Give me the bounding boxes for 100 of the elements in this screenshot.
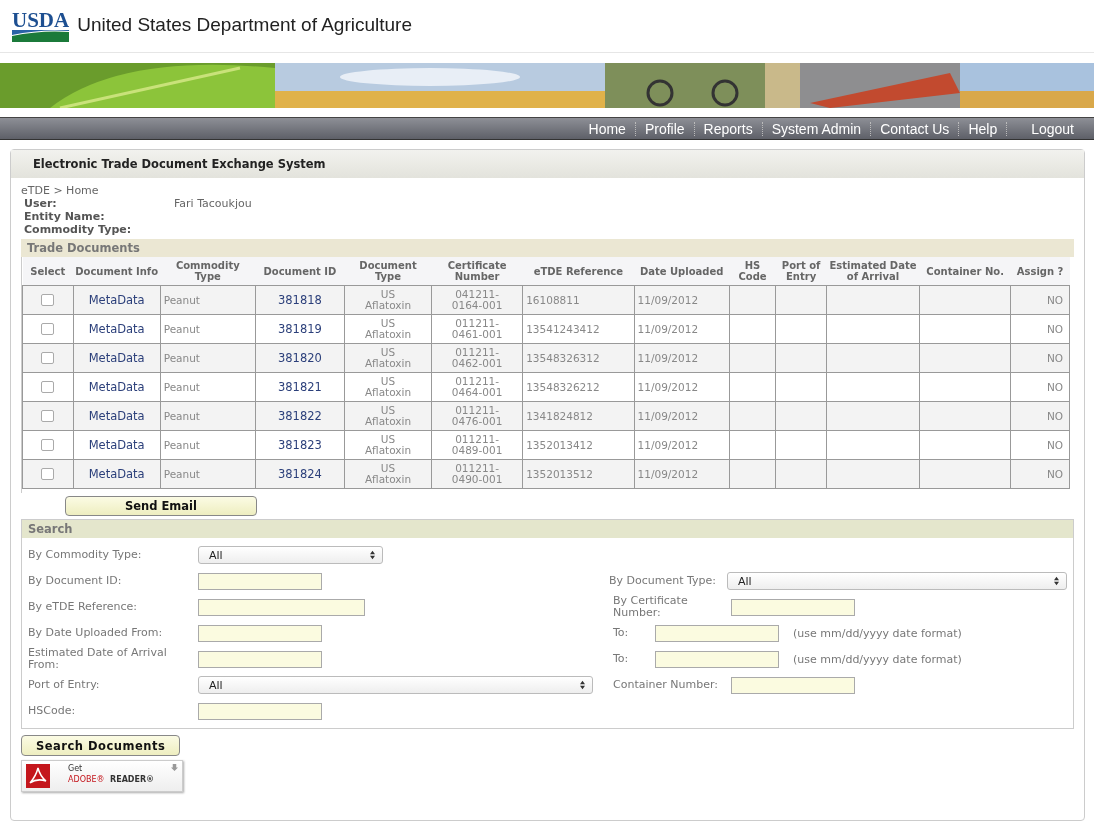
search-documents-button[interactable]: Search Documents [21, 735, 181, 756]
nav-link[interactable]: Contact Us [871, 120, 959, 137]
table-cell: 13548326312 [526, 351, 600, 364]
table-cell-text: US Aflatoxin [363, 347, 413, 369]
field-label: To: [613, 627, 630, 639]
table-cell-text: US Aflatoxin [363, 289, 413, 311]
table-cell: 11/09/2012 [637, 438, 699, 451]
table-cell: NO [1046, 293, 1063, 306]
table-cell: Peanut [163, 438, 200, 451]
input-field[interactable] [655, 624, 779, 642]
field-label: By eTDE Reference: [28, 601, 139, 613]
get-text: Get [68, 764, 83, 773]
table-cell: 1341824812 [526, 409, 593, 422]
table-cell: Peanut [163, 293, 200, 306]
adobe-reader-badge[interactable]: Get ADOBE® READER® [21, 760, 183, 792]
row-checkbox[interactable] [41, 410, 55, 422]
nav-link[interactable]: System Admin [762, 120, 871, 137]
column-header: Container No. [919, 257, 1011, 286]
table-cell: 16108811 [526, 293, 580, 306]
table-cell: 13548326212 [526, 380, 600, 393]
table-cell: 1352013412 [526, 438, 593, 451]
field-label: By Document Type: [609, 575, 717, 587]
column-header: Document Info [73, 257, 161, 286]
info-label: User: [24, 197, 58, 210]
table-cell-text: 041211-0164-001 [450, 289, 504, 311]
field-label: Port of Entry: [28, 679, 101, 691]
column-header: Assign ? [1010, 257, 1070, 286]
table-cell: NO [1046, 380, 1063, 393]
table-cell: 13541243412 [526, 322, 600, 335]
dropdown[interactable]: All [198, 676, 593, 694]
input-field[interactable] [198, 598, 365, 616]
table-cell-text: 011211-0490-001 [450, 463, 504, 485]
table-cell-text: US Aflatoxin [363, 318, 413, 340]
table-cell-text: US Aflatoxin [363, 405, 413, 427]
info-label: Entity Name: [24, 210, 106, 223]
input-field[interactable] [198, 702, 322, 720]
input-field[interactable] [655, 650, 779, 668]
input-field[interactable] [198, 650, 322, 668]
table-cell-text: US Aflatoxin [363, 463, 413, 485]
row-checkbox[interactable] [41, 352, 55, 364]
panel-title: Electronic Trade Document Exchange System [11, 150, 1084, 178]
field-label: Container Number: [613, 679, 719, 691]
column-header: Select [22, 257, 74, 286]
column-header: Document Type [344, 257, 432, 286]
download-arrow-icon [171, 764, 178, 771]
input-field[interactable] [731, 676, 855, 694]
column-header: Date Uploaded [634, 257, 730, 286]
column-header: Estimated Date of Arrival [826, 257, 920, 286]
info-label: Commodity Type: [24, 223, 133, 236]
row-checkbox[interactable] [41, 294, 55, 306]
send-email-button[interactable]: Send Email [65, 496, 257, 516]
table-cell: 11/09/2012 [637, 380, 699, 393]
brand-text: ADOBE® [68, 775, 105, 784]
product-text: READER® [110, 775, 155, 784]
dropdown[interactable]: All [727, 572, 1067, 590]
table-cell: 11/09/2012 [637, 351, 699, 364]
row-checkbox[interactable] [41, 468, 55, 480]
format-hint: (use mm/dd/yyyy date format) [793, 626, 962, 640]
column-header: Document ID [255, 257, 345, 286]
breadcrumb: eTDE > Home [21, 184, 100, 197]
acrobat-icon [26, 764, 50, 788]
table-cell: NO [1046, 409, 1063, 422]
input-field[interactable] [198, 624, 322, 642]
table-cell-text: 011211-0461-001 [450, 318, 504, 340]
nav-link[interactable]: Profile [635, 120, 694, 137]
table-cell: Peanut [163, 351, 200, 364]
section-header: Trade Documents [21, 239, 1074, 257]
column-header: Commodity Type [160, 257, 256, 286]
row-checkbox[interactable] [41, 381, 55, 393]
table-cell: Peanut [163, 467, 200, 480]
input-field[interactable] [198, 572, 322, 590]
format-hint: (use mm/dd/yyyy date format) [793, 652, 962, 666]
dropdown-arrows-icon [1053, 576, 1060, 586]
section-header: Search [22, 520, 1073, 538]
logout-link[interactable]: Logout [1007, 120, 1074, 137]
field-label: Estimated Date of Arrival From: [28, 647, 168, 671]
table-cell: 11/09/2012 [637, 467, 699, 480]
usda-logo: USDA [12, 10, 70, 42]
nav-link[interactable]: Reports [694, 120, 762, 137]
table-cell: 11/09/2012 [637, 293, 699, 306]
row-checkbox[interactable] [41, 323, 55, 335]
input-field[interactable] [731, 598, 855, 616]
field-label: By Commodity Type: [28, 549, 143, 561]
table-cell: NO [1046, 351, 1063, 364]
column-header: HS Code [729, 257, 776, 286]
nav-link[interactable]: Help [959, 120, 1007, 137]
field-label: By Certificate Number: [613, 595, 689, 619]
column-header: Port of Entry [775, 257, 827, 286]
table-cell-text: 011211-0489-001 [450, 434, 504, 456]
dropdown[interactable]: All [198, 546, 383, 564]
table-cell: 1352013512 [526, 467, 593, 480]
nav-link[interactable]: Home [579, 120, 635, 137]
field-label: By Document ID: [28, 575, 123, 587]
table-cell-text: US Aflatoxin [363, 434, 413, 456]
table-cell: NO [1046, 467, 1063, 480]
table-cell-text: 011211-0462-001 [450, 347, 504, 369]
row-checkbox[interactable] [41, 439, 55, 451]
table-cell-text: US Aflatoxin [363, 376, 413, 398]
table-cell: NO [1046, 322, 1063, 335]
column-header: eTDE Reference [522, 257, 635, 286]
